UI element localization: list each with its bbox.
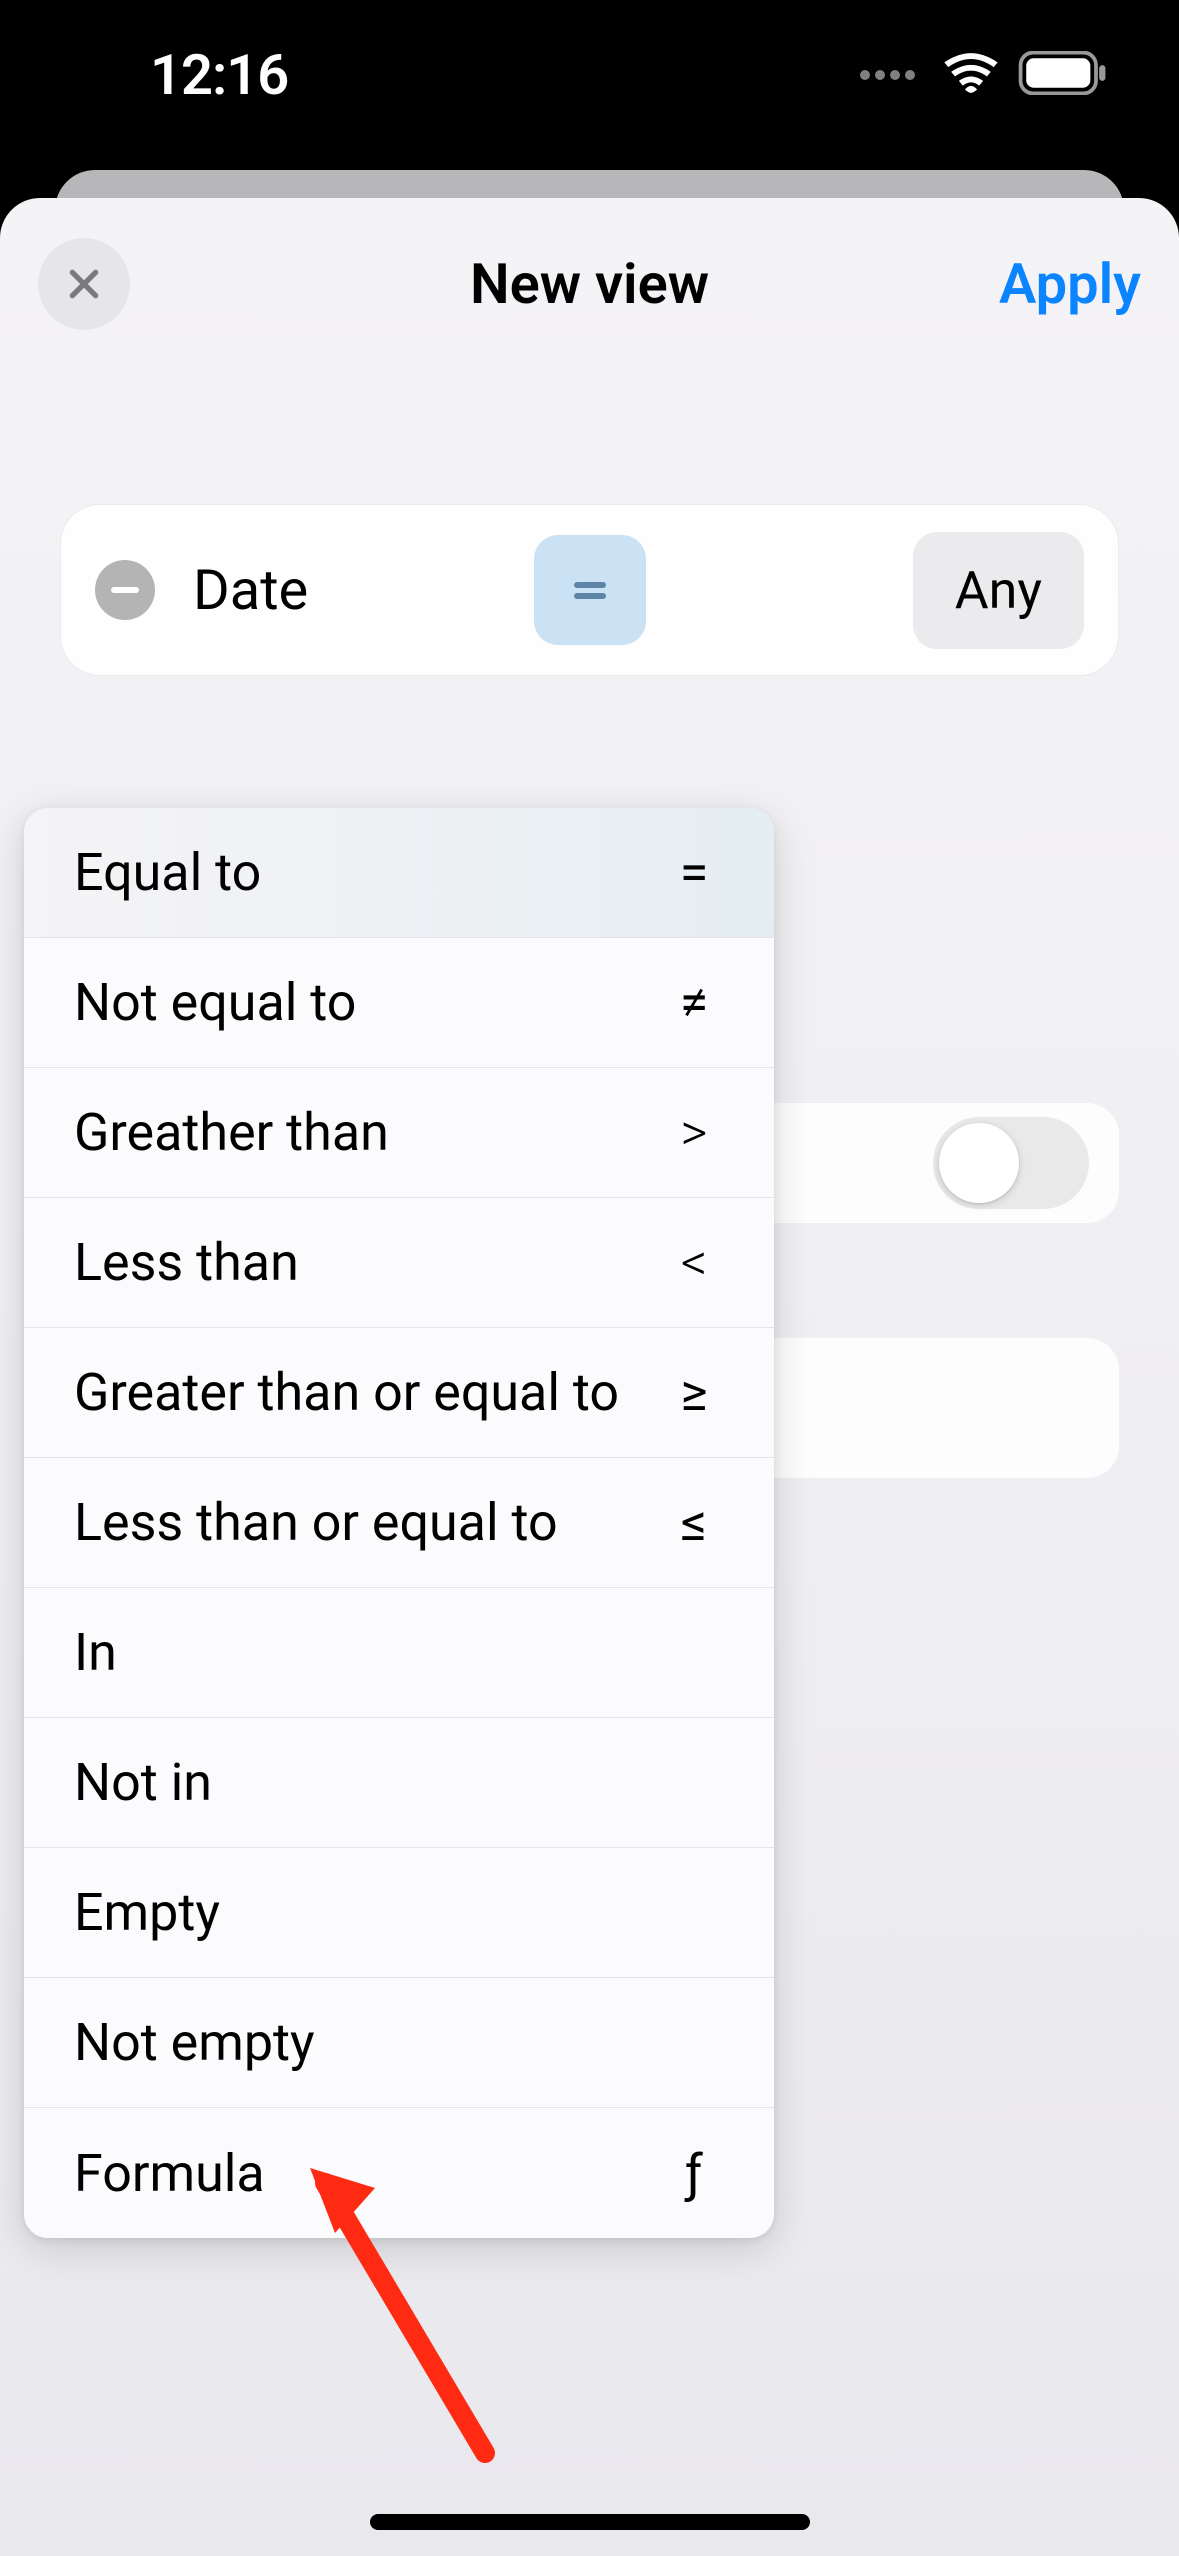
- equals-icon: =: [664, 842, 724, 903]
- operator-dropdown: Equal to = Not equal to ≠ Greather than …: [24, 808, 774, 2238]
- equals-icon: [574, 577, 606, 604]
- sheet-header: New view Apply: [0, 234, 1179, 334]
- filter-field-label[interactable]: Date: [193, 557, 308, 623]
- operator-option-not-in[interactable]: Not in: [24, 1718, 774, 1848]
- operator-selector[interactable]: [534, 535, 646, 645]
- filter-condition-row: Date Any: [60, 504, 1119, 676]
- lte-icon: ≤: [664, 1492, 724, 1553]
- operator-option-empty[interactable]: Empty: [24, 1848, 774, 1978]
- wifi-icon: [943, 52, 999, 98]
- status-bar: 12:16: [0, 0, 1179, 170]
- greater-than-icon: >: [664, 1102, 724, 1163]
- close-button[interactable]: [38, 238, 130, 330]
- operator-option-less-than[interactable]: Less than <: [24, 1198, 774, 1328]
- filter-value-chip[interactable]: Any: [913, 532, 1084, 649]
- home-indicator[interactable]: [370, 2514, 810, 2530]
- operator-option-not-empty[interactable]: Not empty: [24, 1978, 774, 2108]
- operator-option-not-equal-to[interactable]: Not equal to ≠: [24, 938, 774, 1068]
- operator-option-formula[interactable]: Formula ƒ: [24, 2108, 774, 2238]
- new-view-sheet: New view Apply Date Any Equal to = Not e…: [0, 198, 1179, 2556]
- operator-option-in[interactable]: In: [24, 1588, 774, 1718]
- option-toggle[interactable]: [933, 1117, 1089, 1209]
- operator-option-greather-than[interactable]: Greather than >: [24, 1068, 774, 1198]
- apply-button[interactable]: Apply: [999, 251, 1141, 317]
- not-equal-icon: ≠: [664, 972, 724, 1033]
- status-indicators: [860, 51, 1109, 99]
- sheet-title: New view: [470, 251, 709, 317]
- battery-icon: [1017, 51, 1109, 99]
- gte-icon: ≥: [664, 1362, 724, 1423]
- status-time: 12:16: [150, 42, 288, 108]
- remove-condition-icon[interactable]: [95, 560, 155, 620]
- formula-icon: ƒ: [664, 2143, 724, 2204]
- close-icon: [64, 264, 104, 304]
- cellular-dots-icon: [860, 70, 915, 80]
- operator-option-less-than-or-equal-to[interactable]: Less than or equal to ≤: [24, 1458, 774, 1588]
- toggle-knob: [939, 1123, 1019, 1203]
- operator-option-greater-than-or-equal-to[interactable]: Greater than or equal to ≥: [24, 1328, 774, 1458]
- less-than-icon: <: [664, 1232, 724, 1293]
- operator-option-equal-to[interactable]: Equal to =: [24, 808, 774, 938]
